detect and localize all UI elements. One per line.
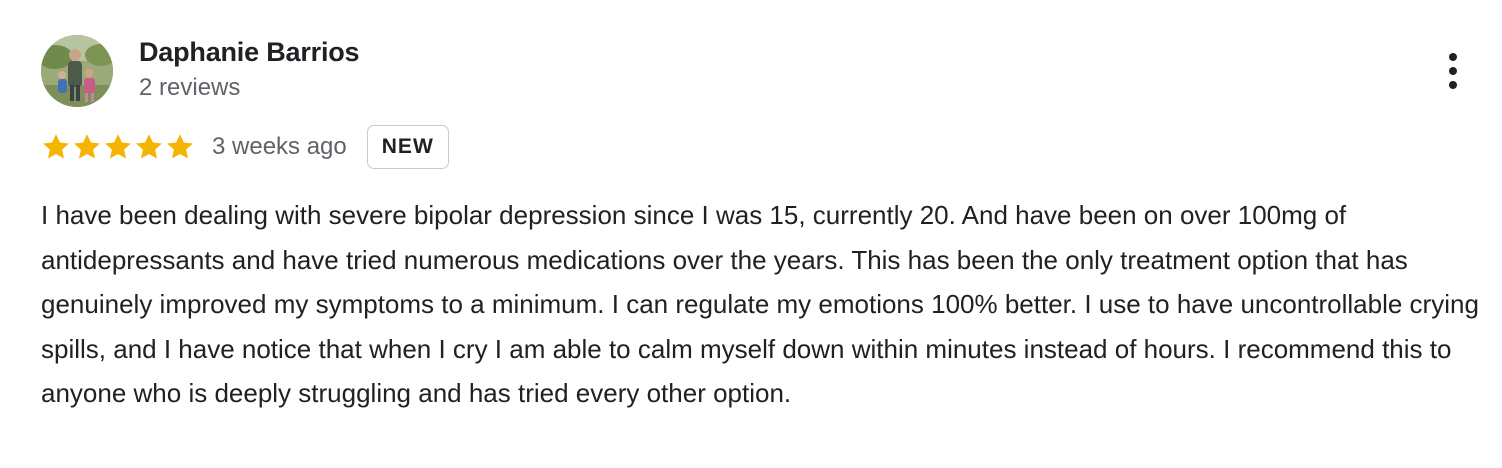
more-options-button[interactable]: [1434, 48, 1472, 94]
star-icon: [105, 134, 131, 159]
review-time: 3 weeks ago: [212, 133, 347, 160]
rating-row: 3 weeks ago NEW: [41, 124, 449, 170]
more-vertical-icon: [1449, 53, 1457, 61]
star-icon: [167, 134, 193, 159]
reviewer-review-count: 2 reviews: [139, 74, 241, 101]
star-icon: [74, 134, 100, 159]
review-text: I have been dealing with severe bipolar …: [41, 200, 1479, 408]
star-icon: [43, 134, 69, 159]
star-rating: [41, 132, 195, 162]
avatar-photo: [41, 35, 113, 107]
avatar[interactable]: [41, 35, 113, 107]
reviewer-name[interactable]: Daphanie Barrios: [139, 36, 360, 68]
new-badge: NEW: [366, 125, 449, 169]
more-vertical-icon-dot: [1449, 67, 1457, 75]
star-icon: [136, 134, 162, 159]
more-vertical-icon-dot: [1449, 81, 1457, 89]
